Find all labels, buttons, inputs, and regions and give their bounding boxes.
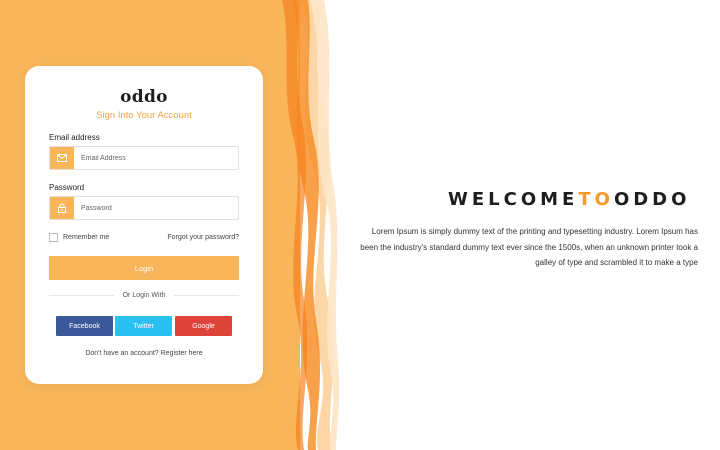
divider-line-left <box>49 295 114 296</box>
lock-icon <box>50 197 74 219</box>
welcome-word: WELCOME <box>448 189 579 210</box>
password-input[interactable] <box>74 197 238 219</box>
welcome-description: Lorem Ipsum is simply dummy text of the … <box>360 227 698 267</box>
email-input[interactable] <box>74 147 238 169</box>
remember-me-label: Remember me <box>63 234 110 241</box>
twitter-login-button[interactable]: Twitter <box>115 316 172 336</box>
welcome-brand-word: ODDO <box>613 189 691 210</box>
facebook-login-button[interactable]: Facebook <box>56 316 113 336</box>
envelope-icon <box>50 147 74 169</box>
page: oddo Sign Into Your Account Email addres… <box>0 0 720 450</box>
email-label: Email address <box>49 133 100 142</box>
password-label: Password <box>49 183 85 192</box>
remember-me[interactable]: Remember me <box>49 233 109 242</box>
welcome-heading: WELCOMETOODDO <box>448 189 690 210</box>
brand-logo: oddo <box>120 87 168 107</box>
flame-wave-decoration <box>262 0 340 450</box>
login-card: oddo Sign Into Your Account Email addres… <box>25 66 263 384</box>
forgot-password-link[interactable]: Forgot your password? <box>167 234 239 241</box>
sign-in-subtitle: Sign Into Your Account <box>96 110 192 121</box>
welcome-highlight-word: TO <box>578 189 614 210</box>
email-field-group <box>49 146 239 170</box>
login-button[interactable]: Login <box>49 256 239 280</box>
password-field-group <box>49 196 239 220</box>
or-divider: Or Login With <box>49 292 240 299</box>
or-login-with-text: Or Login With <box>122 292 166 299</box>
divider-line-right <box>174 295 240 296</box>
register-link[interactable]: Don't have an account? Register here <box>25 350 263 357</box>
remember-me-checkbox[interactable] <box>49 233 58 242</box>
google-login-button[interactable]: Google <box>175 316 232 336</box>
